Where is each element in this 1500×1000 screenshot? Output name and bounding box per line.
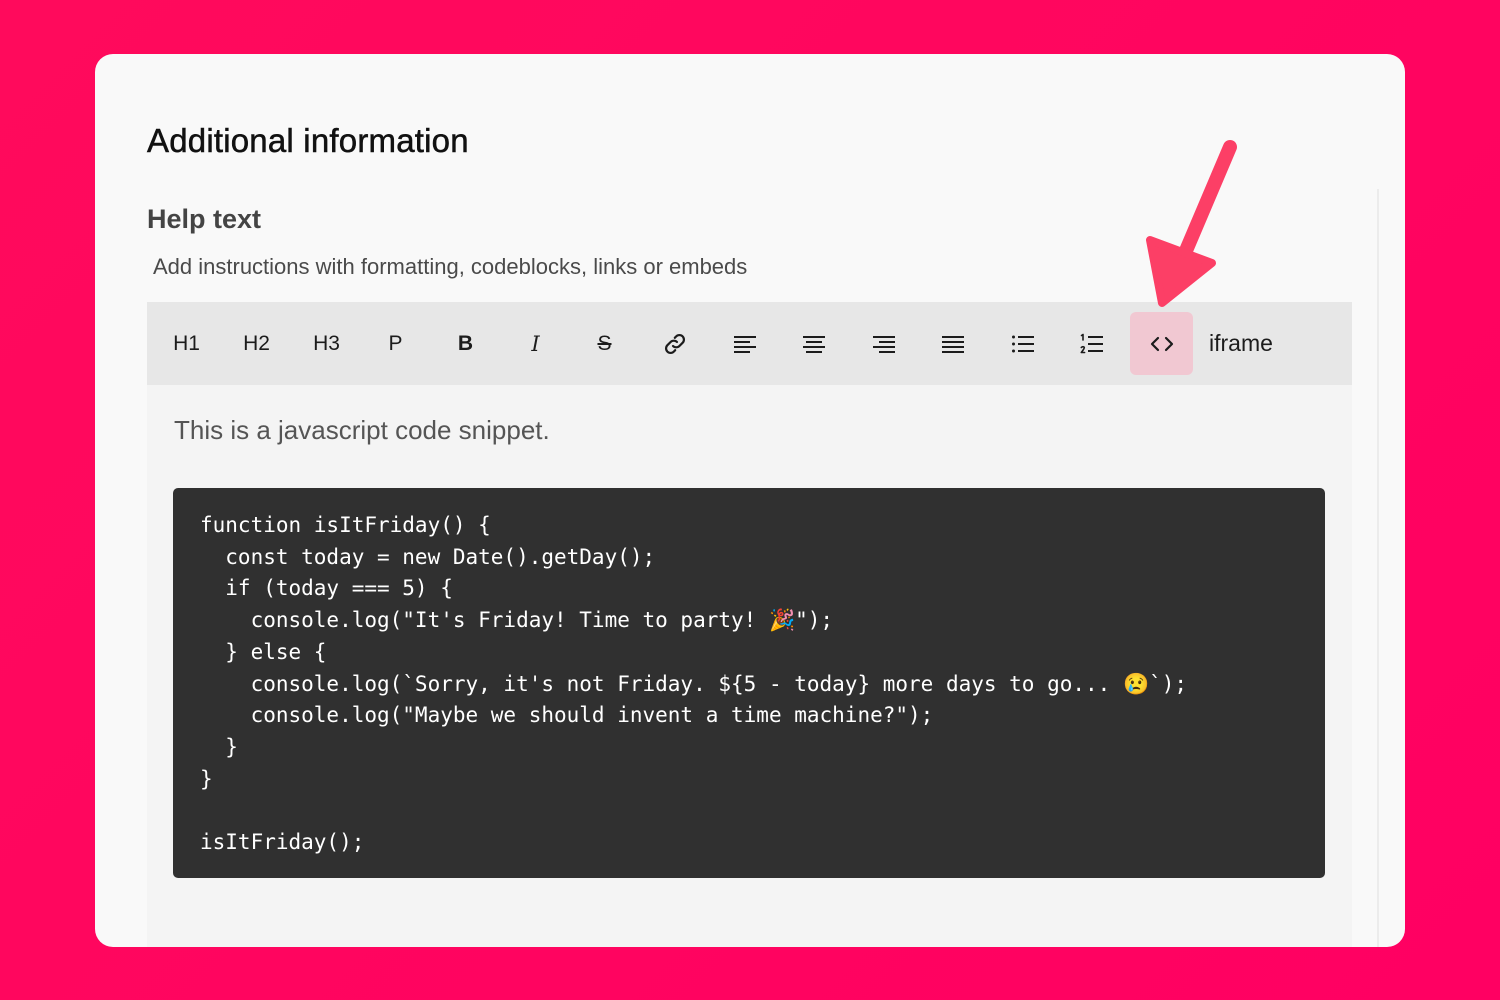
- bullet-list-button[interactable]: [991, 312, 1054, 375]
- editor-content[interactable]: This is a javascript code snippet. funct…: [147, 385, 1352, 947]
- ordered-list-button[interactable]: [1060, 312, 1123, 375]
- heading2-button[interactable]: H2: [225, 312, 288, 375]
- section-title: Additional information: [147, 122, 469, 160]
- link-icon: [663, 332, 687, 356]
- bold-button[interactable]: B: [434, 312, 497, 375]
- editor-toolbar: H1 H2 H3 P B I S iframe: [147, 302, 1352, 385]
- arrow-pointer-icon: [1146, 140, 1237, 307]
- rich-text-editor: H1 H2 H3 P B I S iframe This is a javasc…: [147, 302, 1352, 947]
- field-description: Add instructions with formatting, codebl…: [153, 254, 748, 279]
- code-icon: [1150, 336, 1174, 352]
- link-button[interactable]: [643, 312, 706, 375]
- align-left-button[interactable]: [713, 312, 776, 375]
- align-justify-icon: [941, 334, 965, 354]
- align-justify-button[interactable]: [921, 312, 984, 375]
- heading3-button[interactable]: H3: [295, 312, 358, 375]
- align-left-icon: [733, 334, 757, 354]
- paragraph-button[interactable]: P: [364, 312, 427, 375]
- italic-button[interactable]: I: [504, 312, 567, 375]
- align-right-icon: [872, 334, 896, 354]
- code-content[interactable]: function isItFriday() { const today = ne…: [200, 510, 1325, 859]
- field-label: Help text: [147, 204, 262, 234]
- align-center-icon: [802, 334, 826, 354]
- ordered-list-icon: [1080, 333, 1104, 355]
- align-right-button[interactable]: [852, 312, 915, 375]
- iframe-button[interactable]: iframe: [1200, 312, 1290, 375]
- scrollbar-track[interactable]: [1377, 189, 1379, 947]
- strikethrough-button[interactable]: S: [573, 312, 636, 375]
- code-block-button[interactable]: [1130, 312, 1193, 375]
- editor-paragraph[interactable]: This is a javascript code snippet.: [174, 415, 550, 446]
- align-center-button[interactable]: [782, 312, 845, 375]
- heading1-button[interactable]: H1: [155, 312, 218, 375]
- bullet-list-icon: [1011, 333, 1035, 355]
- code-block[interactable]: function isItFriday() { const today = ne…: [173, 488, 1325, 878]
